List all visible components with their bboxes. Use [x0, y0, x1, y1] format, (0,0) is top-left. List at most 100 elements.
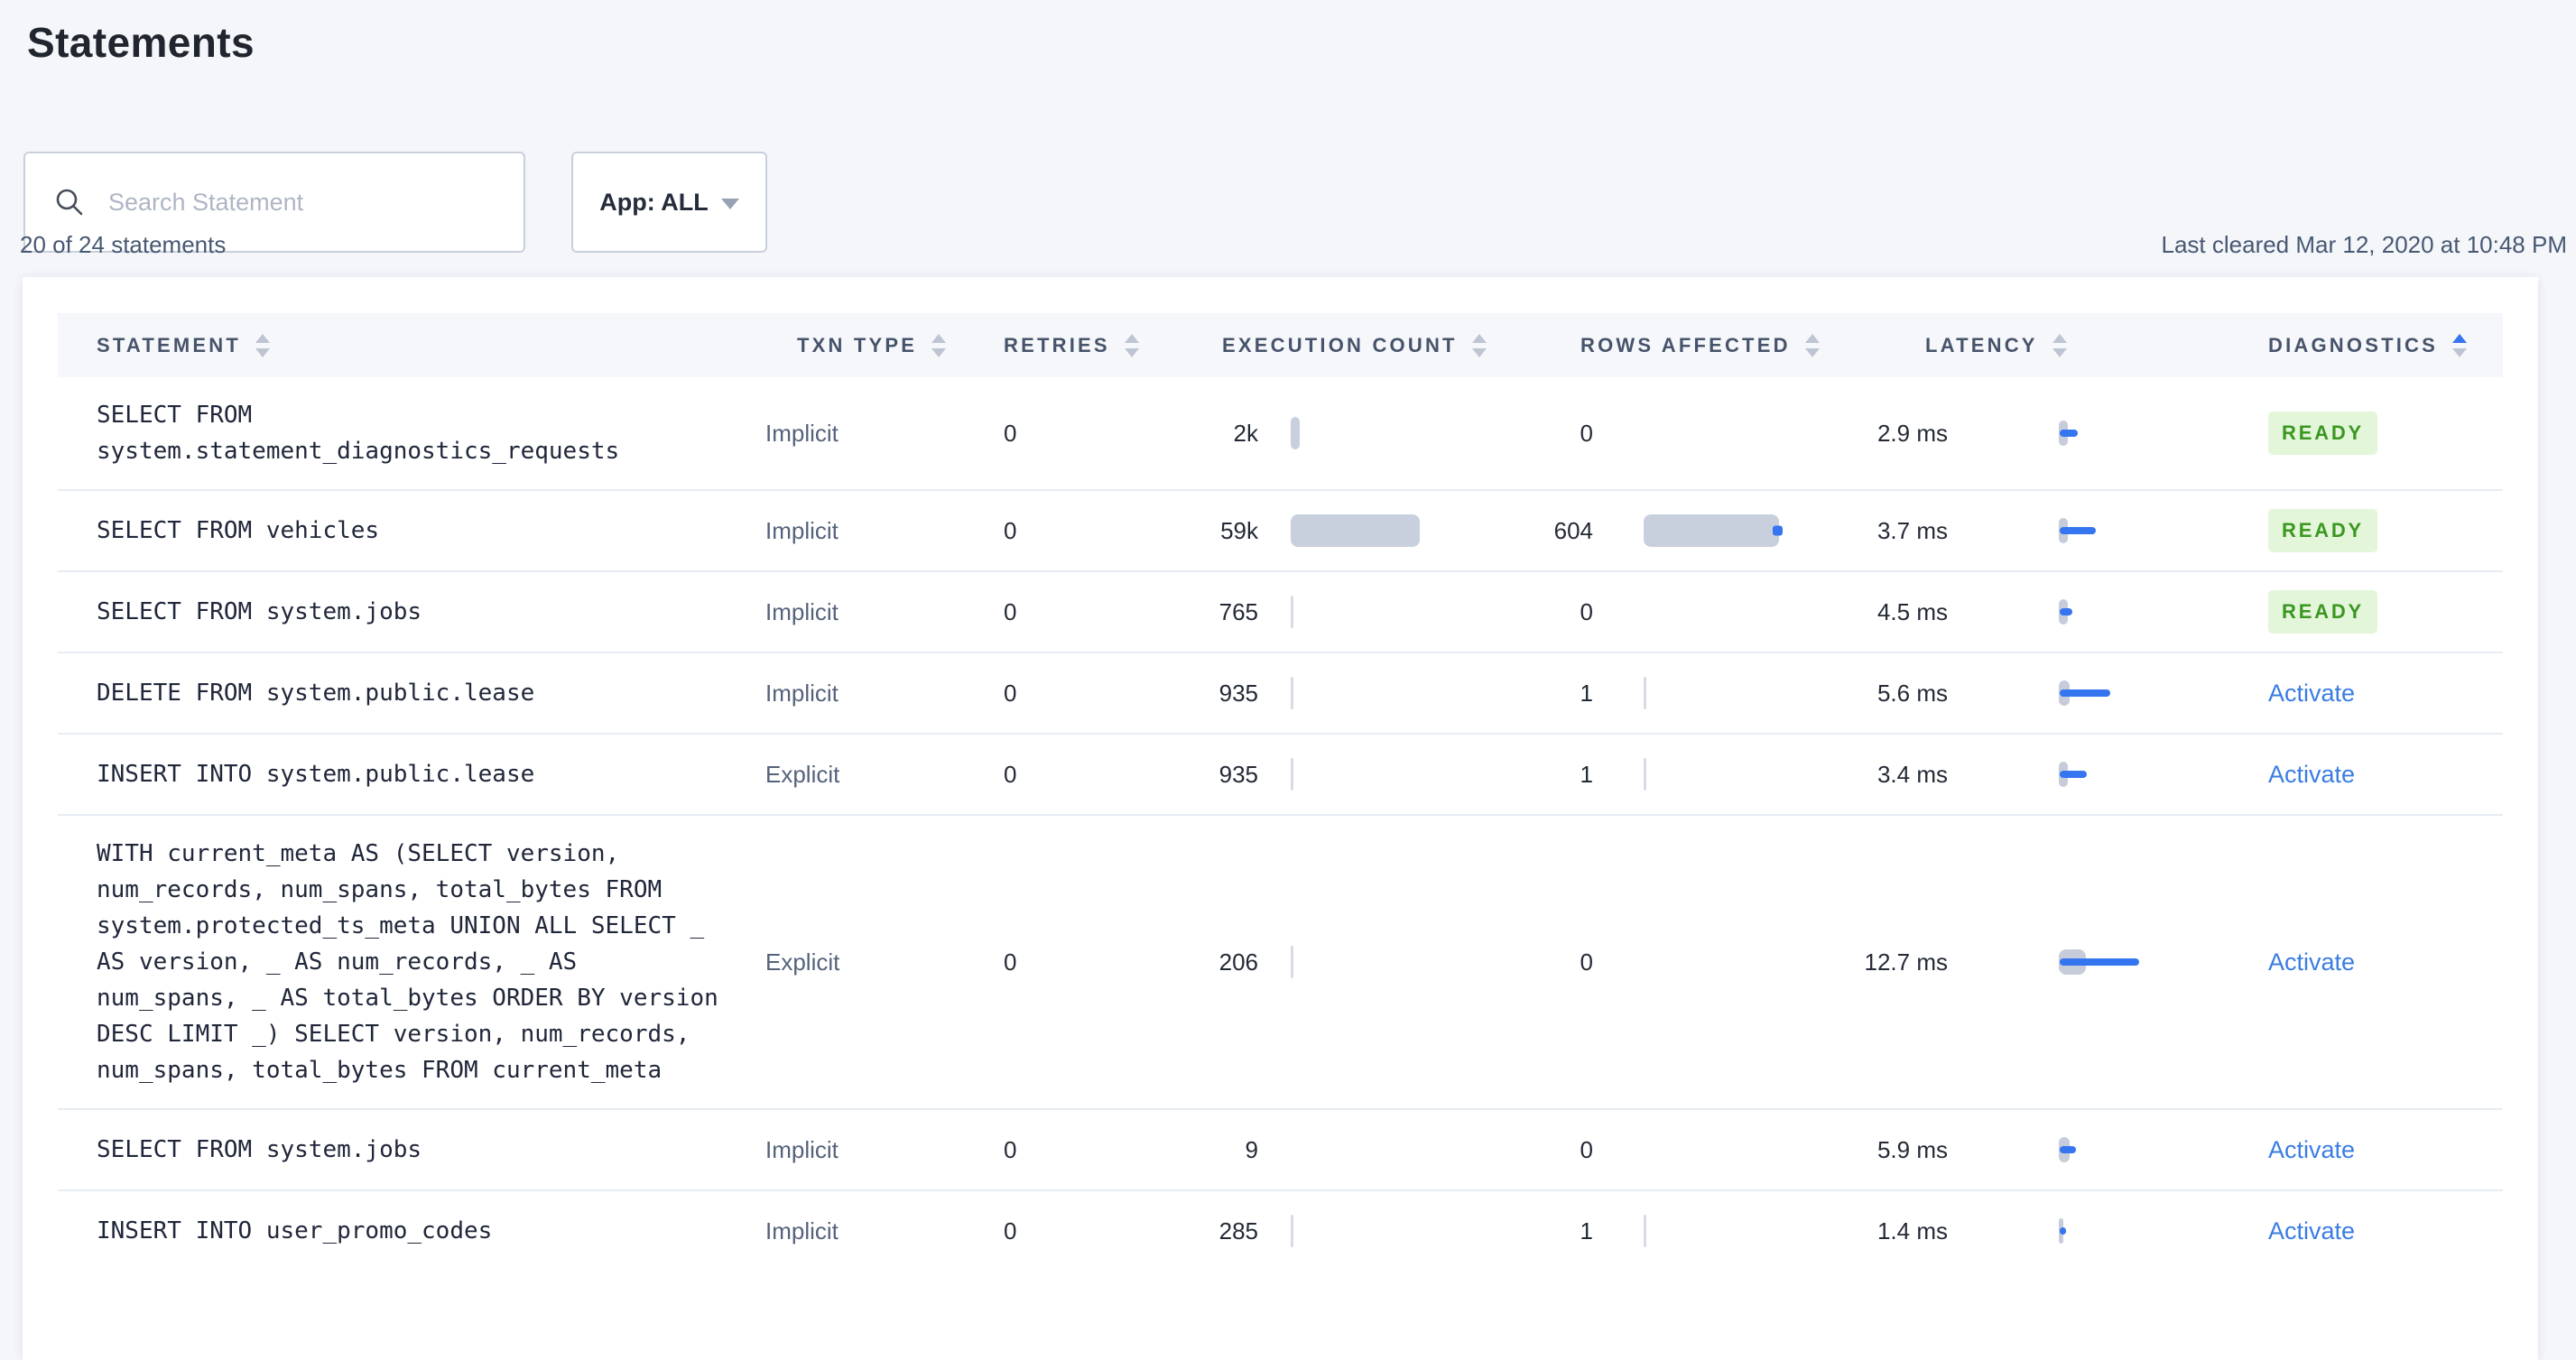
table-row[interactable]: SELECT FROM vehicles Implicit 0 59k 604 3.7 m… [58, 491, 2503, 572]
activate-diagnostics-link[interactable]: Activate [2268, 1136, 2355, 1164]
column-label: TXN TYPE [797, 333, 918, 356]
column-header-retries[interactable]: RETRIES [984, 333, 1191, 357]
statement-text[interactable]: WITH current_meta AS (SELECT version, nu… [97, 816, 727, 1108]
latency-bar-chart [2059, 406, 2218, 460]
execution-count-value: 2k [1233, 419, 1258, 447]
last-cleared-timestamp: Last cleared Mar 12, 2020 at 10:48 PM [2161, 231, 2568, 258]
latency-value: 1.4 ms [1876, 1217, 1948, 1244]
bar-chart [1644, 758, 1646, 791]
statement-text[interactable]: SELECT FROM system.statement_diagnostics… [97, 377, 727, 489]
sort-arrows-icon[interactable] [2452, 333, 2467, 357]
table-meta-row: 20 of 24 statements Last cleared Mar 12,… [20, 231, 2567, 259]
latency-value: 2.9 ms [1876, 419, 1948, 447]
column-header-latency[interactable]: LATENCY [1895, 333, 2229, 357]
column-label: EXECUTION COUNT [1222, 333, 1458, 356]
sort-arrows-icon[interactable] [1804, 333, 1820, 357]
table-row[interactable]: SELECT FROM system.statement_diagnostics… [58, 377, 2503, 491]
column-header-rows-affected[interactable]: ROWS AFFECTED [1543, 333, 1895, 357]
execution-count-value: 765 [1219, 597, 1258, 625]
sort-asc-icon [1471, 333, 1487, 343]
txn-type-value: Implicit [765, 1135, 839, 1163]
table-row[interactable]: SELECT FROM system.jobs Implicit 0 765 0 4.5 … [58, 572, 2503, 653]
page-title: Statements [27, 19, 255, 66]
retries-value: 0 [1004, 516, 1017, 544]
txn-type-value: Implicit [765, 419, 839, 447]
activate-diagnostics-link[interactable]: Activate [2268, 948, 2355, 976]
statement-text[interactable]: SELECT FROM vehicles [97, 493, 727, 569]
table-row[interactable]: SELECT FROM system.jobs Implicit 0 9 0 5.9 ms… [58, 1110, 2503, 1191]
activate-diagnostics-link[interactable]: Activate [2268, 680, 2355, 708]
column-header-txn-type[interactable]: TXN TYPE [765, 333, 984, 357]
diagnostics-ready-badge[interactable]: READY [2268, 590, 2378, 634]
txn-type-value: Implicit [765, 516, 839, 544]
latency-mean-bar [2060, 608, 2072, 615]
txn-type-value: Implicit [765, 1217, 839, 1244]
diagnostics-ready-badge[interactable]: READY [2268, 509, 2378, 552]
rows-affected-value: 0 [1580, 597, 1593, 625]
bar-chart [1644, 514, 1783, 547]
sort-arrows-icon[interactable] [1124, 333, 1139, 357]
statements-table: STATEMENT TXN TYPE RETRIES EXECUTION COUNT R… [58, 313, 2503, 1271]
latency-mean-bar [2060, 430, 2078, 437]
sort-asc-icon [1124, 333, 1139, 343]
gray-bar [1291, 596, 1293, 628]
latency-mean-bar [2060, 1227, 2066, 1235]
activate-diagnostics-link[interactable]: Activate [2268, 1217, 2355, 1245]
table-row[interactable]: DELETE FROM system.public.lease Implicit 0… [58, 653, 2503, 735]
search-icon [56, 189, 83, 216]
statement-text[interactable]: SELECT FROM system.jobs [97, 574, 727, 650]
sort-asc-icon [1804, 333, 1820, 343]
gray-bar [1644, 758, 1646, 791]
rows-affected-value: 0 [1580, 1135, 1593, 1163]
sort-desc-icon [255, 347, 270, 357]
bar-chart [1291, 677, 1293, 709]
latency-value: 12.7 ms [1864, 948, 1949, 976]
table-row[interactable]: WITH current_meta AS (SELECT version, nu… [58, 816, 2503, 1110]
latency-value: 3.7 ms [1876, 516, 1948, 544]
column-label: RETRIES [1004, 333, 1110, 356]
sort-asc-icon [2452, 333, 2467, 343]
sort-arrows-icon[interactable] [931, 333, 947, 357]
column-header-diagnostics[interactable]: DIAGNOSTICS [2229, 333, 2503, 357]
sort-desc-icon [1124, 347, 1139, 357]
gray-bar [1644, 514, 1779, 547]
statement-text[interactable]: SELECT FROM system.jobs [97, 1112, 727, 1188]
bar-chart [1291, 1215, 1293, 1247]
sort-asc-icon [255, 333, 270, 343]
column-header-statement[interactable]: STATEMENT [58, 333, 765, 357]
sort-arrows-icon[interactable] [1471, 333, 1487, 357]
execution-count-value: 285 [1219, 1217, 1258, 1244]
sort-arrows-icon[interactable] [255, 333, 270, 357]
rows-affected-value: 1 [1580, 760, 1593, 788]
table-header-row: STATEMENT TXN TYPE RETRIES EXECUTION COUNT R… [58, 313, 2503, 377]
table-row[interactable]: INSERT INTO user_promo_codes Implicit 0 285… [58, 1191, 2503, 1271]
chevron-down-icon [720, 199, 739, 209]
column-label: LATENCY [1925, 333, 2038, 356]
latency-bar-chart [2059, 935, 2218, 989]
table-row[interactable]: INSERT INTO system.public.lease Explicit 0… [58, 735, 2503, 816]
latency-bar-chart [2059, 666, 2218, 720]
retries-value: 0 [1004, 597, 1017, 625]
statement-text[interactable]: INSERT INTO system.public.lease [97, 736, 727, 812]
column-header-execution-count[interactable]: EXECUTION COUNT [1191, 333, 1543, 357]
gray-bar [1291, 1215, 1293, 1247]
rows-affected-value: 604 [1553, 516, 1593, 544]
latency-bar-chart [2059, 504, 2218, 558]
diagnostics-ready-badge[interactable]: READY [2268, 412, 2378, 455]
bar-chart [1291, 946, 1293, 978]
latency-mean-bar [2060, 771, 2087, 778]
gray-bar [1291, 946, 1293, 978]
gray-bar [1291, 677, 1293, 709]
statement-text[interactable]: INSERT INTO user_promo_codes [97, 1193, 727, 1269]
sort-arrows-icon[interactable] [2052, 333, 2067, 357]
search-input[interactable] [107, 187, 524, 217]
statement-text[interactable]: DELETE FROM system.public.lease [97, 655, 727, 731]
bar-chart [1291, 596, 1293, 628]
sort-asc-icon [931, 333, 947, 343]
latency-mean-bar [2060, 1146, 2076, 1153]
rows-affected-value: 0 [1580, 948, 1593, 976]
column-label: DIAGNOSTICS [2268, 333, 2438, 356]
activate-diagnostics-link[interactable]: Activate [2268, 761, 2355, 789]
retries-value: 0 [1004, 679, 1017, 707]
app-filter-label: App: ALL [599, 188, 709, 216]
